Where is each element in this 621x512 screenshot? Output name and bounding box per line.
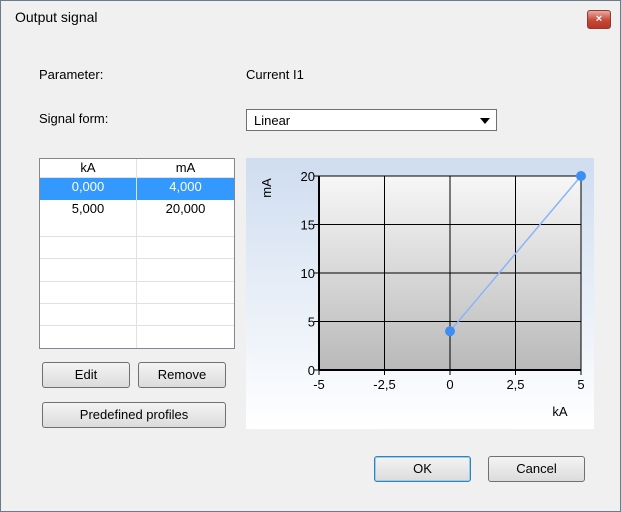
cell-ma: 20,000 [165,201,206,216]
data-point [445,326,455,337]
x-tick-label: 5 [577,377,584,392]
parameter-value: Current I1 [246,67,304,82]
x-tick-label: 0 [446,377,453,392]
predefined-profiles-button[interactable]: Predefined profiles [42,402,226,428]
table-row[interactable]: 5,000 20,000 [40,200,234,222]
y-tick-label: 15 [301,218,315,233]
x-axis-label: kA [552,404,568,419]
signal-form-value: Linear [254,113,291,128]
y-tick-label: 10 [301,266,315,281]
cell-ma: 4,000 [169,179,202,194]
column-header-ma[interactable]: mA [137,159,234,177]
remove-button[interactable]: Remove [138,362,226,388]
chevron-down-icon [480,118,490,124]
signal-chart-svg: -5 -2,5 0 2,5 5 0 5 10 15 20 kA mA [259,169,586,419]
row-divider [40,258,234,259]
row-divider [40,303,234,304]
x-tick-label: -2,5 [373,377,395,392]
edit-button[interactable]: Edit [42,362,130,388]
column-header-ka[interactable]: kA [40,159,137,177]
cell-ka: 5,000 [71,201,105,216]
row-divider [40,236,234,237]
column-divider [136,159,137,348]
row-divider [40,177,234,178]
ok-button[interactable]: OK [374,456,471,482]
signal-form-select[interactable]: Linear [246,109,497,131]
row-divider [40,325,234,326]
points-table[interactable]: kA mA 0,000 4,000 5,000 20,000 [39,158,235,349]
cell-ka: 0,000 [71,179,105,194]
y-tick-label: 20 [301,169,315,184]
row-divider [40,281,234,282]
x-tick-label: -5 [313,377,325,392]
table-row[interactable]: 0,000 4,000 [40,178,234,200]
signal-form-label: Signal form: [39,111,109,126]
window-title: Output signal [15,9,98,25]
cancel-button[interactable]: Cancel [488,456,585,482]
title-bar: Output signal × [1,1,620,32]
output-signal-dialog: Output signal × Parameter: Current I1 Si… [0,0,621,512]
y-tick-label: 5 [308,315,315,330]
close-button[interactable]: × [587,10,611,29]
x-tick-label: 2,5 [506,377,524,392]
data-point [576,171,586,181]
signal-chart: -5 -2,5 0 2,5 5 0 5 10 15 20 kA mA [246,158,594,429]
y-axis-label: mA [259,178,274,198]
parameter-label: Parameter: [39,67,104,82]
y-tick-label: 0 [308,363,315,378]
